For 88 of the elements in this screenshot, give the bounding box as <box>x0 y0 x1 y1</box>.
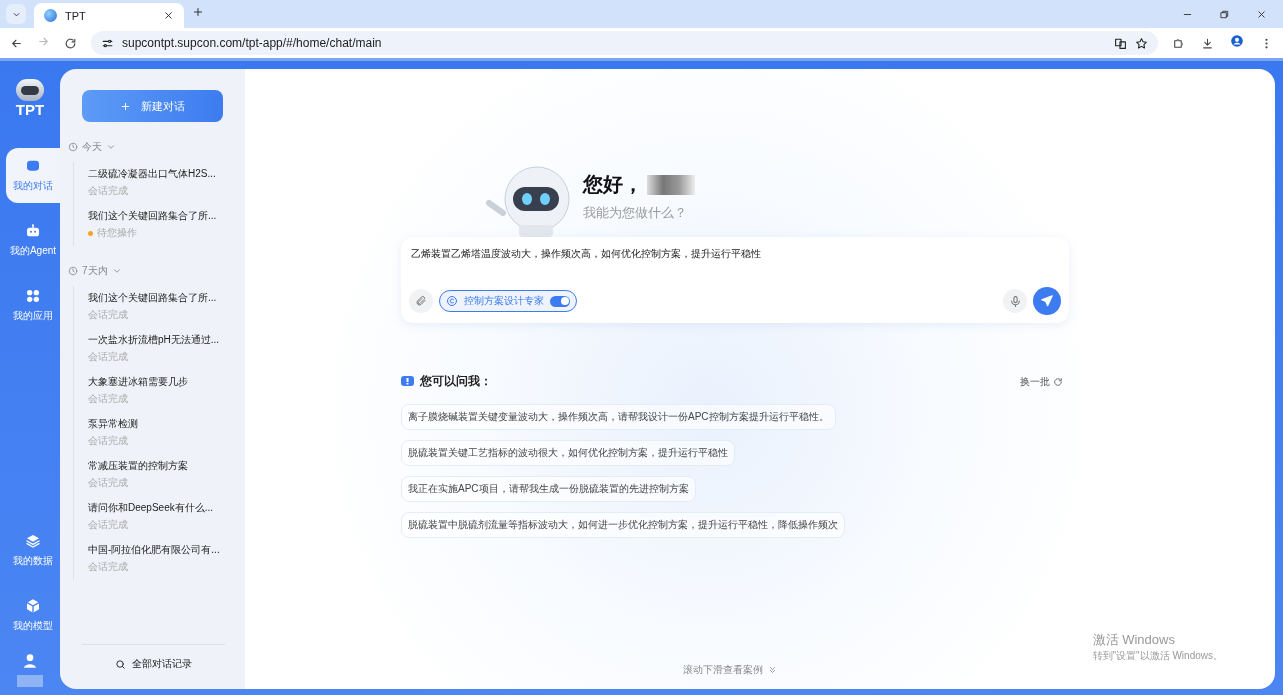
conversation-status: 会话完成 <box>88 560 128 574</box>
suggested-question[interactable]: 脱硫装置关键工艺指标的波动很大，如何优化控制方案，提升运行平稳性 <box>401 440 735 466</box>
plus-icon <box>120 100 131 112</box>
attach-button[interactable] <box>409 289 433 313</box>
globe-icon <box>44 9 57 22</box>
translate-icon <box>1114 36 1127 50</box>
send-icon <box>1040 294 1054 308</box>
tab-list-button[interactable] <box>6 4 26 24</box>
suggested-question[interactable]: 我正在实施APC项目，请帮我生成一份脱硫装置的先进控制方案 <box>401 476 696 502</box>
chat-bubble-icon <box>25 158 41 174</box>
message-input-field[interactable]: 乙烯装置乙烯塔温度波动大，操作频次高，如何优化控制方案，提升运行平稳性 <box>409 247 1061 287</box>
conversation-item[interactable]: 请问你和DeepSeek有什么... 会话完成 <box>88 496 245 538</box>
conversation-title: 中国-阿拉伯化肥有限公司有... <box>88 543 221 557</box>
cube-icon <box>25 598 41 614</box>
conversation-title: 我们这个关键回路集合了所... <box>88 291 218 305</box>
conversation-status: 会话完成 <box>88 434 128 448</box>
browser-tab[interactable]: TPT <box>34 3 184 28</box>
plus-icon <box>192 6 204 18</box>
clock-icon <box>68 142 78 152</box>
conversation-item[interactable]: 我们这个关键回路集合了所... 待您操作 <box>88 204 245 246</box>
star-icon <box>1135 36 1148 50</box>
scroll-hint: 滚动下滑查看案例 <box>682 663 763 677</box>
microphone-icon <box>1008 294 1022 308</box>
close-icon <box>1256 9 1267 20</box>
conversation-item[interactable]: 一次盐水折流槽pH无法通过... 会话完成 <box>88 328 245 370</box>
chevron-icon <box>106 142 116 152</box>
user-icon <box>22 653 38 669</box>
greeting-title: 您好， <box>583 172 643 197</box>
reload-icon <box>64 36 77 50</box>
conversation-item[interactable]: 中国-阿拉伯化肥有限公司有... 会话完成 <box>88 538 245 580</box>
conversation-status: 会话完成 <box>88 392 128 406</box>
restore-icon <box>1219 9 1230 20</box>
conversation-item[interactable]: 大象塞进冰箱需要几步 会话完成 <box>88 370 245 412</box>
conversation-item[interactable]: 二级硫冷凝器出口气体H2S... 会话完成 <box>88 162 245 204</box>
blurred-username <box>17 675 43 687</box>
conversation-title: 常减压装置的控制方案 <box>88 459 189 473</box>
suggestions-title: 您可以问我： <box>420 373 492 390</box>
layers-icon <box>25 533 41 549</box>
microphone-button[interactable] <box>1003 289 1027 313</box>
suggested-question[interactable]: 脱硫装置中脱硫剂流量等指标波动大，如何进一步优化控制方案，提升运行平稳性，降低操作频次 <box>401 512 845 538</box>
copyright-icon <box>446 295 458 307</box>
chevron-icon <box>111 266 122 276</box>
double-chevron-down-icon <box>767 665 778 675</box>
app-logo: TPT <box>15 101 45 118</box>
forward-arrow-icon <box>37 35 50 48</box>
conversation-status: 会话完成 <box>88 518 128 532</box>
nav-item[interactable]: 我的对话 <box>6 148 60 203</box>
close-icon <box>163 10 174 21</box>
conversation-status: 会话完成 <box>88 476 128 490</box>
apps-icon <box>25 288 41 304</box>
robot-icon <box>25 223 41 239</box>
conversation-status: 待您操作 <box>97 226 137 240</box>
search-icon <box>115 658 126 670</box>
conversation-title: 二级硫冷凝器出口气体H2S... <box>88 167 217 181</box>
send-button[interactable] <box>1033 287 1061 315</box>
all-history-button[interactable]: 全部对话记录 <box>82 644 225 689</box>
refresh-icon <box>1053 376 1063 387</box>
url-text: supcontpt.supcon.com/tpt-app/#/home/chat/main <box>122 36 383 50</box>
conversation-status: 会话完成 <box>88 308 128 322</box>
conversation-title: 泵异常检测 <box>88 417 139 431</box>
download-icon <box>1201 36 1214 50</box>
blurred-username <box>647 174 695 195</box>
conversation-item[interactable]: 泵异常检测 会话完成 <box>88 412 245 454</box>
conversation-item[interactable]: 我们这个关键回路集合了所... 会话完成 <box>88 286 245 328</box>
nav-item[interactable]: 我的模型 <box>6 588 60 643</box>
conversation-title: 请问你和DeepSeek有什么... <box>88 501 215 515</box>
robot-logo-icon <box>16 79 44 101</box>
nav-item[interactable]: 我的数据 <box>6 523 60 578</box>
profile-icon <box>1230 34 1244 48</box>
suggested-question[interactable]: 离子膜烧碱装置关键变量波动大，操作频次高，请帮我设计一份APC控制方案提升运行平稳性。 <box>401 404 836 430</box>
agent-toggle[interactable] <box>550 295 570 307</box>
address-bar[interactable]: supcontpt.supcon.com/tpt-app/#/home/chat/main <box>91 31 1158 55</box>
clock-icon <box>68 266 78 276</box>
nav-item[interactable]: 我的应用 <box>6 278 60 333</box>
conversation-title: 我们这个关键回路集合了所... <box>88 209 218 223</box>
conversation-status: 会话完成 <box>88 350 128 364</box>
nav-item[interactable]: 我的Agent <box>6 213 60 268</box>
greeting-subtitle: 我能为您做什么？ <box>583 204 688 222</box>
activation-subtitle: 转到"设置"以激活 Windows。 <box>1092 649 1223 663</box>
conversation-status: 会话完成 <box>88 184 128 198</box>
conversation-item[interactable]: 常减压装置的控制方案 会话完成 <box>88 454 245 496</box>
refresh-button[interactable]: 换一批 <box>1014 373 1069 390</box>
activation-title: 激活 Windows <box>1092 631 1176 649</box>
agent-chip[interactable]: 控制方案设计专家 <box>439 290 577 312</box>
puzzle-icon <box>1172 36 1185 50</box>
conversation-title: 大象塞进冰箱需要几步 <box>88 375 189 389</box>
paperclip-icon <box>415 295 427 307</box>
conversation-title: 一次盐水折流槽pH无法通过... <box>88 333 221 347</box>
